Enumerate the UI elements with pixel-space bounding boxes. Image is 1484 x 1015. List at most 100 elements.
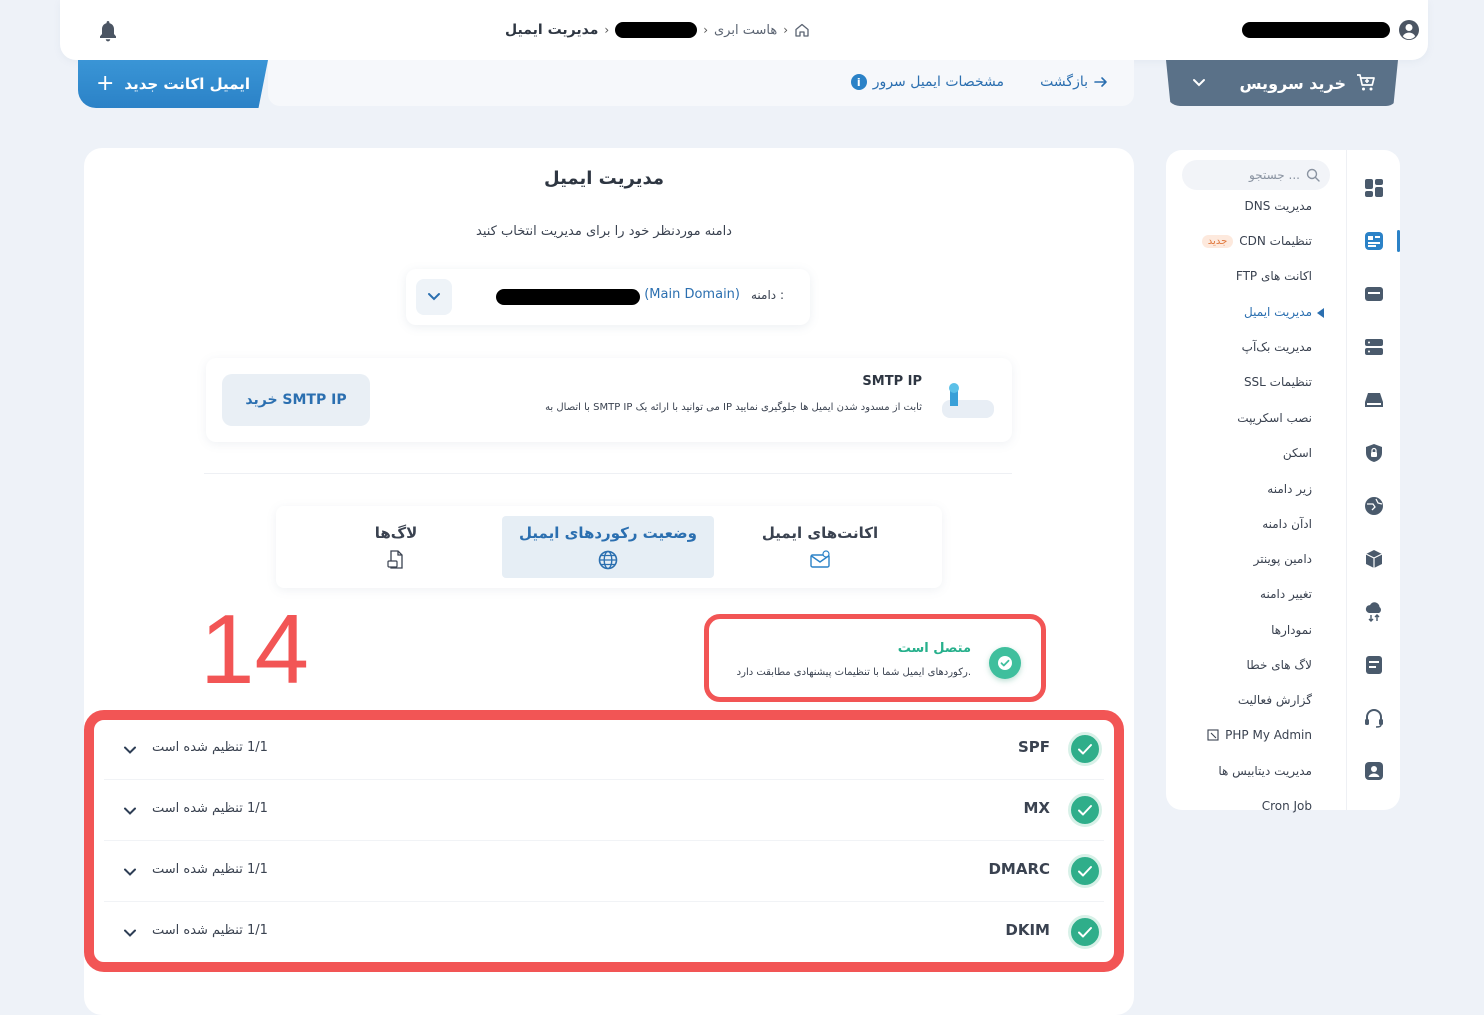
main-card: مدیریت ایمیل دامنه موردنظر خود را برای م… xyxy=(84,148,1134,1015)
new-email-account-label: ایمیل اکانت جدید xyxy=(124,75,250,93)
sidebar-item-label: مدیریت دیتابیس ها xyxy=(1218,764,1312,778)
home-icon[interactable] xyxy=(794,22,810,38)
document-icon xyxy=(387,550,403,569)
sidebar-item-error-logs[interactable]: لاگ های خطا xyxy=(1246,658,1312,672)
sidebar-item-databases[interactable]: مدیریت دیتابیس ها xyxy=(1218,764,1312,778)
record-name: MX xyxy=(1023,799,1051,817)
record-name: DMARC xyxy=(988,860,1050,878)
sidebar-item-ftp[interactable]: اکانت های FTP xyxy=(1236,269,1312,283)
headset-icon[interactable] xyxy=(1364,708,1384,728)
sidebar-item-backup[interactable]: مدیریت بک‌آپ xyxy=(1242,340,1312,354)
sidebar-item-activity-report[interactable]: گزارش فعالیت xyxy=(1238,693,1312,707)
sidebar-item-domain-pointer[interactable]: دامین پوینتر xyxy=(1254,552,1312,566)
sidebar-item-email[interactable]: مدیریت ایمیل xyxy=(1244,305,1312,319)
sidebar-item-label: نمودارها xyxy=(1271,623,1312,637)
sidebar-item-install-script[interactable]: نصب اسکریپت xyxy=(1237,411,1312,425)
info-icon: i xyxy=(850,74,867,90)
active-item-indicator xyxy=(1317,308,1324,318)
back-link[interactable]: بازگشت xyxy=(1040,74,1108,90)
status-title: متصل است xyxy=(897,641,971,656)
vps-icon[interactable] xyxy=(1364,337,1384,357)
email-server-specs-link[interactable]: i مشخصات ایمیل سرور xyxy=(850,74,1004,90)
storage-icon[interactable] xyxy=(1364,390,1384,410)
breadcrumb-separator: › xyxy=(703,23,708,37)
tab-email-accounts[interactable]: اکانت‌های ایمیل xyxy=(714,516,926,578)
tab-label: وضعیت رکوردهای ایمیل xyxy=(519,524,697,542)
sidebar-item-cron-job[interactable]: Cron Job xyxy=(1262,799,1312,813)
redacted-username xyxy=(1242,22,1390,38)
sidebar-item-label: تنظیمات SSL xyxy=(1243,375,1312,389)
box-icon[interactable] xyxy=(1364,549,1384,569)
sidebar-item-addon-domain[interactable]: ادآن دامنه xyxy=(1262,517,1312,531)
plus-icon: + xyxy=(95,71,115,96)
sidebar-item-label: اسکن xyxy=(1282,446,1312,460)
sub-navigation: i مشخصات ایمیل سرور بازگشت xyxy=(268,60,1134,106)
sidebar-item-change-domain[interactable]: تغییر دامنه xyxy=(1260,587,1312,601)
redacted-domain-name xyxy=(496,289,640,305)
record-name: DKIM xyxy=(1005,921,1050,939)
active-rail-indicator xyxy=(1397,230,1400,252)
domain-dropdown-toggle[interactable] xyxy=(416,279,452,315)
sidebar-item-label: ادآن دامنه xyxy=(1262,517,1312,531)
redacted-domain xyxy=(615,22,698,38)
buy-service-button[interactable]: خرید سرویس xyxy=(1166,60,1398,106)
hosting-icon[interactable] xyxy=(1364,231,1384,251)
tab-logs[interactable]: لاگ‌ها xyxy=(290,516,502,578)
sidebar-item-subdomain[interactable]: زیر دامنه xyxy=(1267,482,1312,496)
server-icon[interactable] xyxy=(1364,284,1384,304)
domain-globe-icon[interactable] xyxy=(1364,496,1384,516)
chevron-down-icon[interactable] xyxy=(122,864,138,880)
user-menu[interactable] xyxy=(1242,18,1420,42)
status-description: رکوردهای ایمیل شما با تنظیمات پیشنهادی م… xyxy=(736,667,971,678)
sidebar-item-label: لاگ های خطا xyxy=(1246,658,1312,672)
email-server-specs-label: مشخصات ایمیل سرور xyxy=(872,74,1004,90)
breadcrumb: › هاست ابری › › مدیریت ایمیل xyxy=(450,18,810,42)
domain-select[interactable]: دامنه : (Main Domain) xyxy=(406,269,810,325)
buy-smtp-ip-button[interactable]: خرید SMTP IP xyxy=(222,374,370,426)
chevron-down-icon[interactable] xyxy=(122,742,138,758)
page-subtitle: دامنه موردنظر خود را برای مدیریت انتخاب … xyxy=(476,224,732,239)
lock-shield-icon[interactable] xyxy=(1364,443,1384,463)
sidebar-item-charts[interactable]: نمودارها xyxy=(1271,623,1312,637)
sidebar-item-ssl[interactable]: تنظیمات SSL xyxy=(1244,375,1312,389)
sidebar-item-label: نصب اسکریپت xyxy=(1237,411,1312,425)
breadcrumb-cloud-host[interactable]: هاست ابری xyxy=(714,23,777,38)
buy-service-label: خرید سرویس xyxy=(1239,73,1346,93)
sidebar-item-label: مدیریت DNS xyxy=(1244,199,1312,213)
chevron-down-icon[interactable] xyxy=(122,803,138,819)
sidebar-item-label: زیر دامنه xyxy=(1267,482,1312,496)
sidebar-item-scan[interactable]: اسکن xyxy=(1283,446,1312,460)
bell-icon[interactable] xyxy=(98,20,118,42)
sidebar-item-cdn[interactable]: تنظیمات CDN جدید xyxy=(1201,234,1312,248)
chevron-down-icon[interactable] xyxy=(122,925,138,941)
chevron-down-icon xyxy=(428,293,440,301)
record-row-dmarc[interactable]: DMARC 1/1 تنظیم شده است xyxy=(104,842,1104,902)
email-icon xyxy=(810,550,830,568)
verified-badge-icon xyxy=(989,647,1021,679)
sidebar-item-label: مدیریت ایمیل xyxy=(1244,305,1312,319)
tab-label: اکانت‌های ایمیل xyxy=(761,524,879,542)
check-icon xyxy=(1068,854,1102,888)
breadcrumb-separator: › xyxy=(604,23,610,37)
record-row-mx[interactable]: MX 1/1 تنظیم شده است xyxy=(104,781,1104,841)
check-icon xyxy=(1068,793,1102,827)
sidebar-item-phpmyadmin[interactable]: PHP My Admin xyxy=(1207,728,1312,742)
record-row-dkim[interactable]: DKIM 1/1 تنظیم شده است xyxy=(104,903,1104,963)
sidebar-search-input[interactable]: جستجو ... xyxy=(1182,160,1330,190)
record-row-spf[interactable]: SPF 1/1 تنظیم شده است xyxy=(104,720,1104,780)
tab-email-record-status[interactable]: وضعیت رکوردهای ایمیل xyxy=(502,516,714,578)
new-email-account-button[interactable]: + ایمیل اکانت جدید xyxy=(78,60,268,108)
arrow-right-icon xyxy=(1094,77,1107,87)
user-icon[interactable] xyxy=(1398,19,1420,41)
connection-status-card: متصل است رکوردهای ایمیل شما با تنظیمات پ… xyxy=(704,614,1046,702)
sidebar-item-label: مدیریت بک‌آپ xyxy=(1241,340,1312,354)
sidebar: جستجو ... مدیریت DNS تنظیمات CDN جدید اکا… xyxy=(1166,150,1400,813)
record-status: 1/1 تنظیم شده است xyxy=(152,923,268,938)
check-icon xyxy=(1068,915,1102,949)
document-list-icon[interactable] xyxy=(1364,655,1384,675)
dashboard-icon[interactable] xyxy=(1364,178,1384,198)
external-link-icon xyxy=(1207,729,1219,741)
sidebar-item-dns[interactable]: مدیریت DNS xyxy=(1245,199,1312,213)
profile-card-icon[interactable] xyxy=(1364,761,1384,781)
cloud-transfer-icon[interactable] xyxy=(1364,602,1384,622)
